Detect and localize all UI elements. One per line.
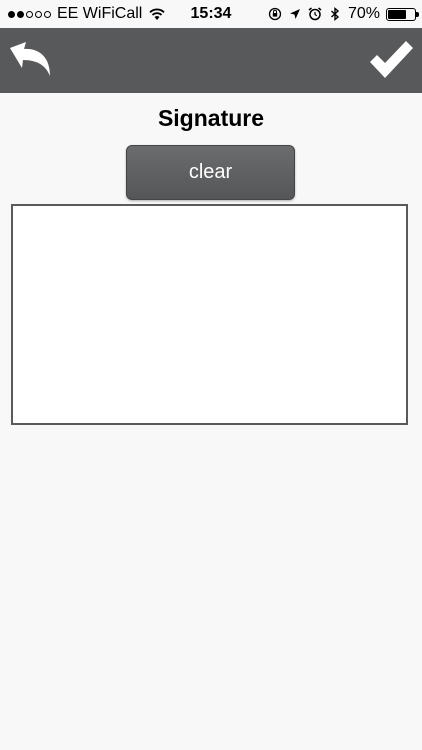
signature-pad[interactable] <box>11 204 408 425</box>
battery-fill <box>388 9 406 19</box>
orientation-lock-icon <box>268 7 282 21</box>
location-arrow-icon <box>289 9 300 19</box>
alarm-clock-icon <box>308 7 322 21</box>
undo-arrow-icon <box>10 42 50 76</box>
battery-icon <box>386 7 419 21</box>
status-bar: EE WiFiCall 15:34 70% <box>0 0 422 28</box>
toolbar <box>0 28 422 93</box>
clear-button[interactable]: clear <box>126 145 295 200</box>
status-right: 70% <box>268 5 419 23</box>
undo-button[interactable] <box>8 40 56 82</box>
battery-percent-label: 70% <box>347 5 380 22</box>
confirm-button[interactable] <box>368 38 414 84</box>
checkmark-icon <box>370 41 413 78</box>
bluetooth-icon <box>330 7 340 21</box>
page-title: Signature <box>157 105 265 131</box>
